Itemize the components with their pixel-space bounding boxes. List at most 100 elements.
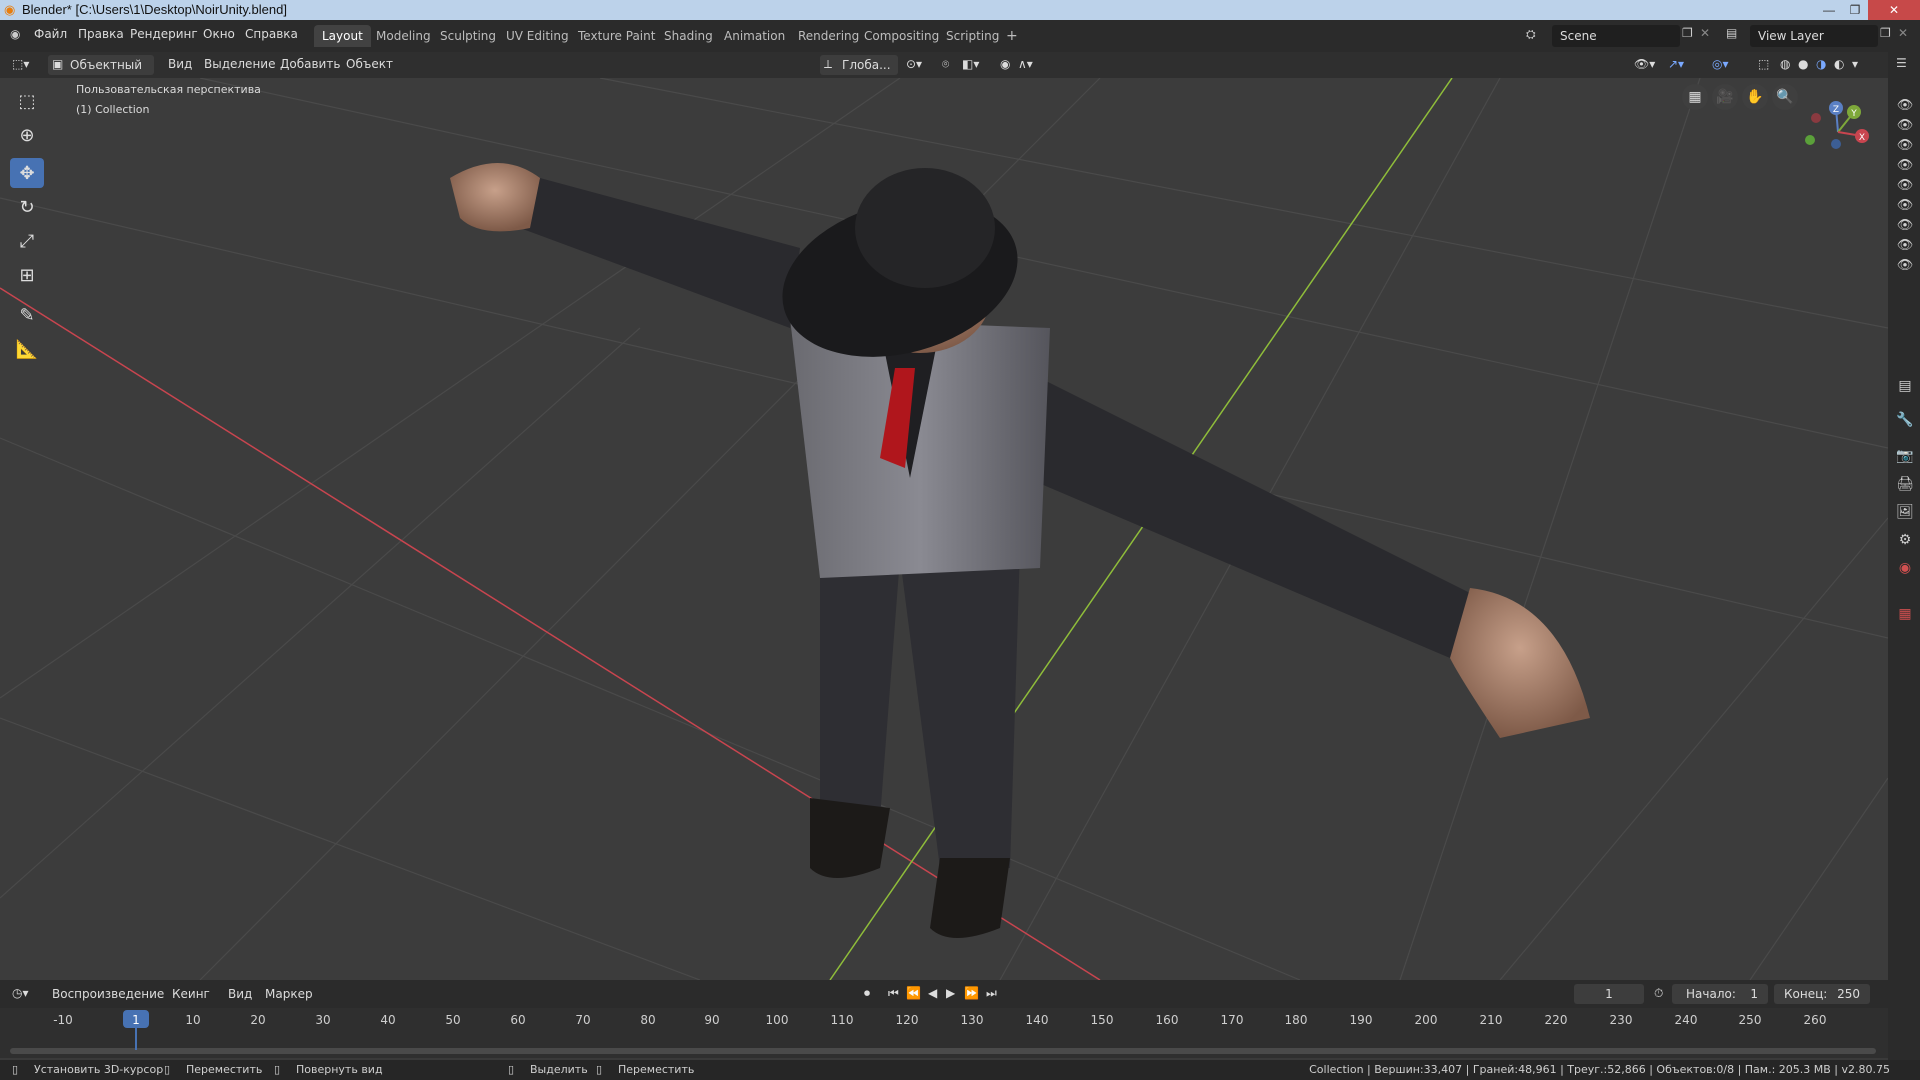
editor-type-icon[interactable]: ⬚▾ <box>12 57 29 71</box>
properties-editor-icon[interactable]: ▤ <box>1895 378 1915 398</box>
visibility-eye-icon[interactable]: 👁 <box>1896 158 1914 174</box>
tab-compositing[interactable]: Compositing <box>856 25 947 47</box>
tab-uv-editing[interactable]: UV Editing <box>498 25 577 47</box>
header-menu-object[interactable]: Объект <box>346 57 393 71</box>
shading-options-icon[interactable]: ▾ <box>1852 57 1858 71</box>
timeline-editor-icon[interactable]: ◷▾ <box>12 986 29 1000</box>
menu-window[interactable]: Окно <box>203 27 235 41</box>
navigation-gizmo[interactable]: Z Y X <box>1800 88 1880 168</box>
new-view-layer-icon[interactable]: ❐ <box>1880 26 1891 40</box>
cursor-icon[interactable]: ⊕ <box>10 120 44 150</box>
current-frame-field[interactable]: 1 <box>1574 984 1644 1004</box>
tab-modeling[interactable]: Modeling <box>368 25 439 47</box>
view-layer-icon[interactable]: ▤ <box>1726 26 1737 40</box>
visibility-eye-icon[interactable]: 👁 <box>1896 198 1914 214</box>
shading-wireframe-icon[interactable]: ◍ <box>1780 57 1790 71</box>
timeline-menu-view[interactable]: Вид <box>228 987 252 1001</box>
overlays-icon[interactable]: ◎▾ <box>1712 57 1729 71</box>
timeline-scrollbar[interactable] <box>10 1048 1876 1054</box>
start-frame-field[interactable]: Начало: 1 <box>1672 984 1768 1004</box>
play-reverse-icon[interactable]: ◀ <box>928 986 937 1000</box>
minimize-button[interactable]: — <box>1816 0 1842 20</box>
render-properties-icon[interactable]: 📷 <box>1895 448 1915 468</box>
shading-solid-icon[interactable]: ● <box>1798 57 1808 71</box>
output-properties-icon[interactable]: 🖨 <box>1895 476 1915 496</box>
visibility-eye-icon[interactable]: 👁 <box>1896 218 1914 234</box>
tab-shading[interactable]: Shading <box>656 25 721 47</box>
scene-properties-icon[interactable]: ⚙ <box>1895 532 1915 552</box>
select-box-icon[interactable]: ⬚ <box>10 86 44 116</box>
proportional-edit-icon[interactable]: ◉ <box>1000 57 1010 71</box>
jump-start-icon[interactable]: ⏮ <box>888 986 899 1001</box>
view-layer-properties-icon[interactable]: 🖼 <box>1895 504 1915 524</box>
xray-icon[interactable]: ⬚ <box>1758 57 1769 71</box>
timeline-menu-keying[interactable]: Кеинг <box>172 987 210 1001</box>
timeline-menu-playback[interactable]: Воспроизведение <box>52 987 164 1001</box>
tab-sculpting[interactable]: Sculpting <box>432 25 504 47</box>
pivot-icon[interactable]: ⊙▾ <box>906 57 922 71</box>
delete-scene-icon[interactable]: ✕ <box>1700 26 1710 40</box>
timeline-menu-marker[interactable]: Маркер <box>265 987 313 1001</box>
next-keyframe-icon[interactable]: ⏩ <box>964 986 979 1000</box>
visibility-eye-icon[interactable]: 👁 <box>1896 138 1914 154</box>
menu-render[interactable]: Рендеринг <box>130 27 198 41</box>
menu-file[interactable]: Файл <box>34 27 67 41</box>
play-icon[interactable]: ▶ <box>946 986 955 1000</box>
scene-icon[interactable]: ⛭ <box>1526 27 1536 42</box>
tool-properties-icon[interactable]: 🔧 <box>1895 412 1915 432</box>
close-button[interactable]: ✕ <box>1868 0 1920 20</box>
visibility-icon[interactable]: 👁▾ <box>1634 57 1655 71</box>
timeline-area[interactable] <box>0 1008 1888 1058</box>
3d-viewport[interactable]: Пользовательская перспектива (1) Collect… <box>0 78 1888 980</box>
texture-properties-icon[interactable]: ▦ <box>1895 606 1915 626</box>
tab-animation[interactable]: Animation <box>716 25 793 47</box>
transform-tool-icon[interactable]: ⊞ <box>10 260 44 290</box>
orientation-dropdown[interactable]: ⟂ Глоба... <box>820 55 898 75</box>
jump-end-icon[interactable]: ⏭ <box>986 986 997 1001</box>
snap-target-icon[interactable]: ◧▾ <box>962 57 979 71</box>
toggle-camera-ortho-icon[interactable]: ▦ <box>1682 84 1708 110</box>
scene-name: Scene <box>1560 29 1597 43</box>
visibility-eye-icon[interactable]: 👁 <box>1896 98 1914 114</box>
pan-hand-icon[interactable]: ✋ <box>1742 84 1768 110</box>
record-icon[interactable]: ⏺ <box>864 986 870 1001</box>
delete-view-layer-icon[interactable]: ✕ <box>1898 26 1908 40</box>
maximize-button[interactable]: ❐ <box>1842 0 1868 20</box>
tab-layout[interactable]: Layout <box>314 25 371 47</box>
visibility-eye-icon[interactable]: 👁 <box>1896 178 1914 194</box>
new-scene-icon[interactable]: ❐ <box>1682 26 1693 40</box>
shading-material-icon[interactable]: ◑ <box>1816 57 1826 71</box>
view-layer-selector[interactable]: View Layer <box>1750 25 1878 47</box>
header-menu-view[interactable]: Вид <box>168 57 192 71</box>
end-frame-field[interactable]: Конец: 250 <box>1774 984 1870 1004</box>
rotate-tool-icon[interactable]: ↻ <box>10 192 44 222</box>
scene-selector[interactable]: Scene <box>1552 25 1680 47</box>
snap-icon[interactable]: ⌾ <box>942 57 949 72</box>
gizmo-toggle-icon[interactable]: ↗▾ <box>1668 57 1684 71</box>
menu-edit[interactable]: Правка <box>78 27 124 41</box>
zoom-icon[interactable]: 🔍 <box>1772 84 1798 110</box>
menu-help[interactable]: Справка <box>245 27 298 41</box>
blender-menu-icon[interactable]: ◉ <box>10 27 20 41</box>
visibility-eye-icon[interactable]: 👁 <box>1896 118 1914 134</box>
tab-texture-paint[interactable]: Texture Paint <box>570 25 663 47</box>
header-menu-add[interactable]: Добавить <box>280 57 340 71</box>
outliner-editor-icon[interactable]: ☰ <box>1896 56 1907 70</box>
camera-view-icon[interactable]: 🎥 <box>1712 84 1738 110</box>
move-tool-icon[interactable]: ✥ <box>10 158 44 188</box>
preview-range-icon[interactable]: ⏱ <box>1654 986 1663 1001</box>
shading-rendered-icon[interactable]: ◐ <box>1834 57 1844 71</box>
visibility-eye-icon[interactable]: 👁 <box>1896 238 1914 254</box>
tab-scripting[interactable]: Scripting <box>938 25 1007 47</box>
measure-tool-icon[interactable]: 📐 <box>10 334 44 364</box>
visibility-eye-icon[interactable]: 👁 <box>1896 258 1914 274</box>
falloff-icon[interactable]: ∧▾ <box>1018 57 1033 71</box>
add-workspace-button[interactable]: + <box>998 25 1026 47</box>
annotate-tool-icon[interactable]: ✎ <box>10 300 44 330</box>
prev-keyframe-icon[interactable]: ⏪ <box>906 986 921 1000</box>
mode-dropdown[interactable]: ▣ Объектный ... <box>48 55 154 86</box>
scale-tool-icon[interactable]: ⤢ <box>10 226 44 256</box>
header-menu-select[interactable]: Выделение <box>204 57 275 71</box>
character-model[interactable] <box>450 163 1590 938</box>
world-properties-icon[interactable]: ◉ <box>1895 560 1915 580</box>
